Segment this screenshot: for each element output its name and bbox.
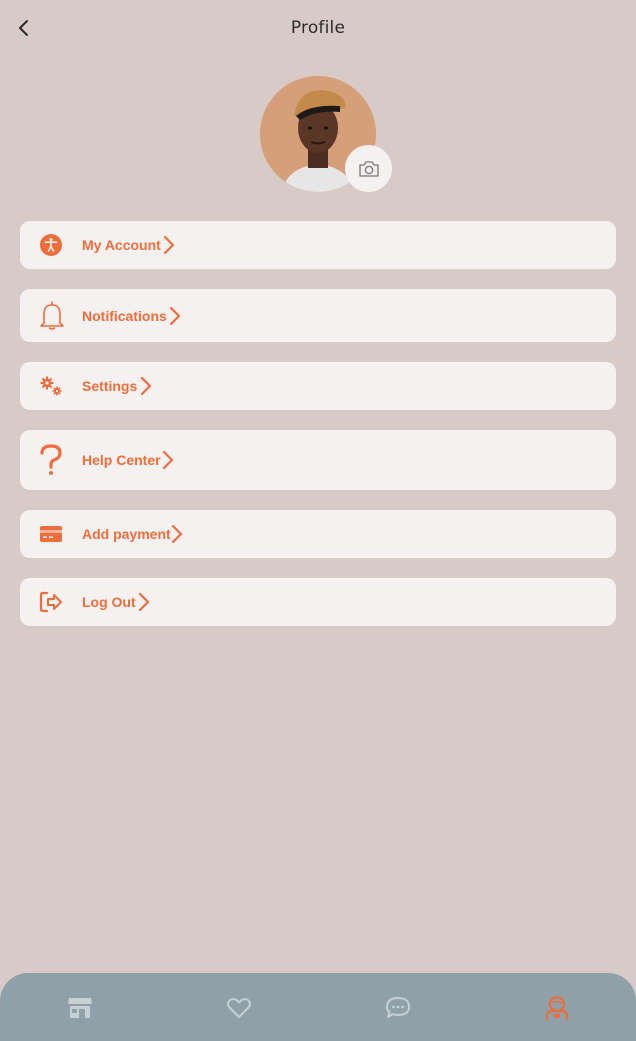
chat-icon	[386, 997, 410, 1018]
chevron-right-icon	[169, 307, 181, 325]
camera-icon	[358, 160, 379, 177]
nav-favorites-button[interactable]	[224, 993, 254, 1023]
nav-chat-button[interactable]	[383, 993, 413, 1023]
menu-item-label: Notifications	[82, 308, 167, 324]
header: Profile	[0, 0, 636, 56]
menu-item-notifications[interactable]: Notifications	[20, 289, 616, 342]
change-photo-button[interactable]	[345, 145, 392, 192]
menu-item-label: Settings	[82, 378, 138, 394]
store-icon	[68, 998, 92, 1018]
menu-item-label: My Account	[82, 237, 161, 253]
question-icon	[39, 444, 63, 476]
page-title: Profile	[290, 18, 346, 38]
chevron-right-icon	[163, 236, 175, 254]
bell-icon	[39, 299, 65, 331]
credit-card-icon	[39, 524, 63, 544]
chevron-right-icon	[138, 593, 150, 611]
profile-icon	[545, 995, 569, 1020]
menu-item-my-account[interactable]: My Account	[20, 221, 616, 269]
menu-item-label: Help Center	[82, 452, 161, 468]
accessibility-icon	[39, 233, 63, 257]
menu-item-help-center[interactable]: Help Center	[20, 430, 616, 490]
gears-icon	[39, 375, 63, 397]
menu-item-log-out[interactable]: Log Out	[20, 578, 616, 626]
menu-item-add-payment[interactable]: Add payment	[20, 510, 616, 558]
menu-item-label: Add payment	[82, 526, 171, 542]
nav-profile-button[interactable]	[542, 993, 572, 1023]
chevron-right-icon	[162, 451, 174, 469]
profile-screen: Profile My Account Notifications Setting…	[0, 0, 636, 1041]
bottom-navigation	[0, 973, 636, 1041]
avatar-container	[260, 76, 392, 192]
menu-item-label: Log Out	[82, 594, 136, 610]
logout-icon	[39, 591, 63, 613]
menu-item-settings[interactable]: Settings	[20, 362, 616, 410]
nav-store-button[interactable]	[65, 993, 95, 1023]
chevron-right-icon	[140, 377, 152, 395]
chevron-right-icon	[171, 525, 183, 543]
heart-icon	[227, 998, 251, 1018]
